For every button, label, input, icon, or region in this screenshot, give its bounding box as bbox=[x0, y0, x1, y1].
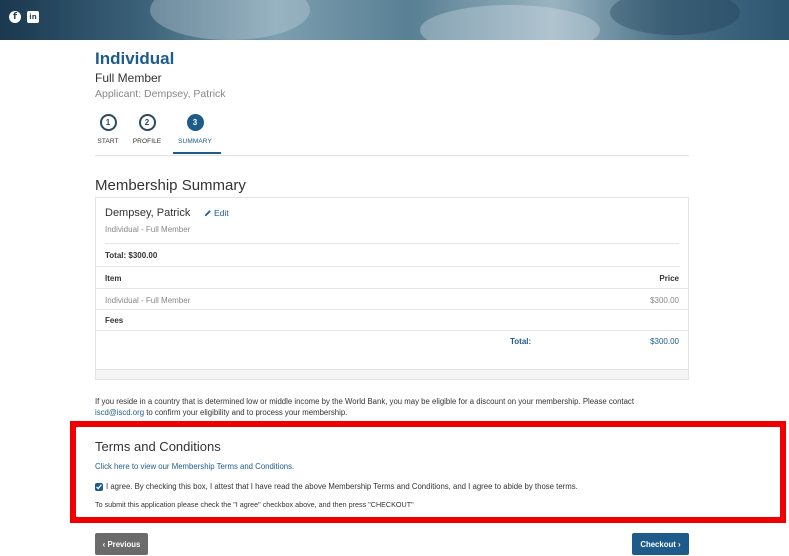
banner-image-detail bbox=[150, 0, 310, 40]
member-type: Individual - Full Member bbox=[105, 225, 191, 234]
checkout-button[interactable]: Checkout › bbox=[632, 533, 689, 555]
membership-summary-panel: Dempsey, Patrick Edit Individual - Full … bbox=[95, 197, 689, 380]
previous-button[interactable]: ‹ Previous bbox=[95, 533, 148, 555]
step-number: 3 bbox=[186, 114, 204, 131]
total-label: Total: bbox=[510, 337, 532, 346]
agree-row: I agree. By checking this box, I attest … bbox=[95, 482, 578, 491]
column-header-item: Item bbox=[105, 274, 122, 283]
banner-image-detail bbox=[610, 0, 740, 35]
divider bbox=[96, 266, 680, 267]
header-banner: f in bbox=[0, 0, 789, 40]
contact-email-link[interactable]: iscd@iscd.org bbox=[95, 408, 144, 417]
step-label: SUMMARY bbox=[178, 138, 212, 145]
terms-title: Terms and Conditions bbox=[95, 439, 221, 454]
column-header-price: Price bbox=[659, 274, 679, 283]
terms-link[interactable]: Click here to view our Membership Terms … bbox=[95, 462, 294, 471]
linkedin-icon[interactable]: in bbox=[27, 11, 39, 23]
progress-steps: 1 START 2 PROFILE 3 SUMMARY bbox=[95, 114, 689, 156]
table-row-price: $300.00 bbox=[650, 296, 679, 305]
banner-image-detail bbox=[420, 5, 600, 40]
agree-label: I agree. By checking this box, I attest … bbox=[106, 482, 578, 491]
divider bbox=[96, 309, 688, 310]
member-name: Dempsey, Patrick bbox=[105, 207, 191, 219]
discount-note: If you reside in a country that is deter… bbox=[95, 396, 685, 418]
section-title: Membership Summary bbox=[95, 177, 246, 194]
step-summary[interactable]: 3 SUMMARY bbox=[170, 114, 220, 145]
applicant-name: Applicant: Dempsey, Patrick bbox=[95, 88, 226, 100]
step-profile[interactable]: 2 PROFILE bbox=[122, 114, 172, 145]
discount-text: to confirm your eligibility and to proce… bbox=[144, 408, 348, 417]
checkout-label: Checkout bbox=[640, 539, 676, 549]
submit-instructions: To submit this application please check … bbox=[95, 500, 414, 509]
step-label: PROFILE bbox=[132, 138, 162, 145]
step-label: START bbox=[97, 138, 119, 145]
page-title: Individual bbox=[95, 49, 175, 68]
previous-label: Previous bbox=[107, 539, 141, 549]
divider bbox=[105, 243, 679, 244]
agree-checkbox[interactable] bbox=[95, 482, 103, 491]
divider bbox=[96, 288, 688, 289]
membership-type-subtitle: Full Member bbox=[95, 71, 162, 85]
pencil-icon bbox=[204, 210, 211, 217]
total-value: $300.00 bbox=[650, 337, 679, 346]
chevron-left-icon: ‹ bbox=[102, 539, 106, 549]
chevron-right-icon: › bbox=[678, 539, 681, 549]
step-number: 1 bbox=[99, 114, 117, 131]
fees-label: Fees bbox=[105, 316, 124, 325]
facebook-icon[interactable]: f bbox=[9, 11, 21, 23]
discount-text: If you reside in a country that is deter… bbox=[95, 397, 634, 406]
summary-total: Total: $300.00 bbox=[105, 251, 158, 260]
step-number: 2 bbox=[138, 114, 156, 131]
edit-link[interactable]: Edit bbox=[204, 208, 229, 218]
table-row-item: Individual - Full Member bbox=[105, 296, 191, 305]
divider bbox=[96, 330, 688, 331]
panel-footer bbox=[96, 369, 688, 379]
active-step-indicator bbox=[173, 152, 221, 154]
edit-label: Edit bbox=[214, 208, 229, 218]
